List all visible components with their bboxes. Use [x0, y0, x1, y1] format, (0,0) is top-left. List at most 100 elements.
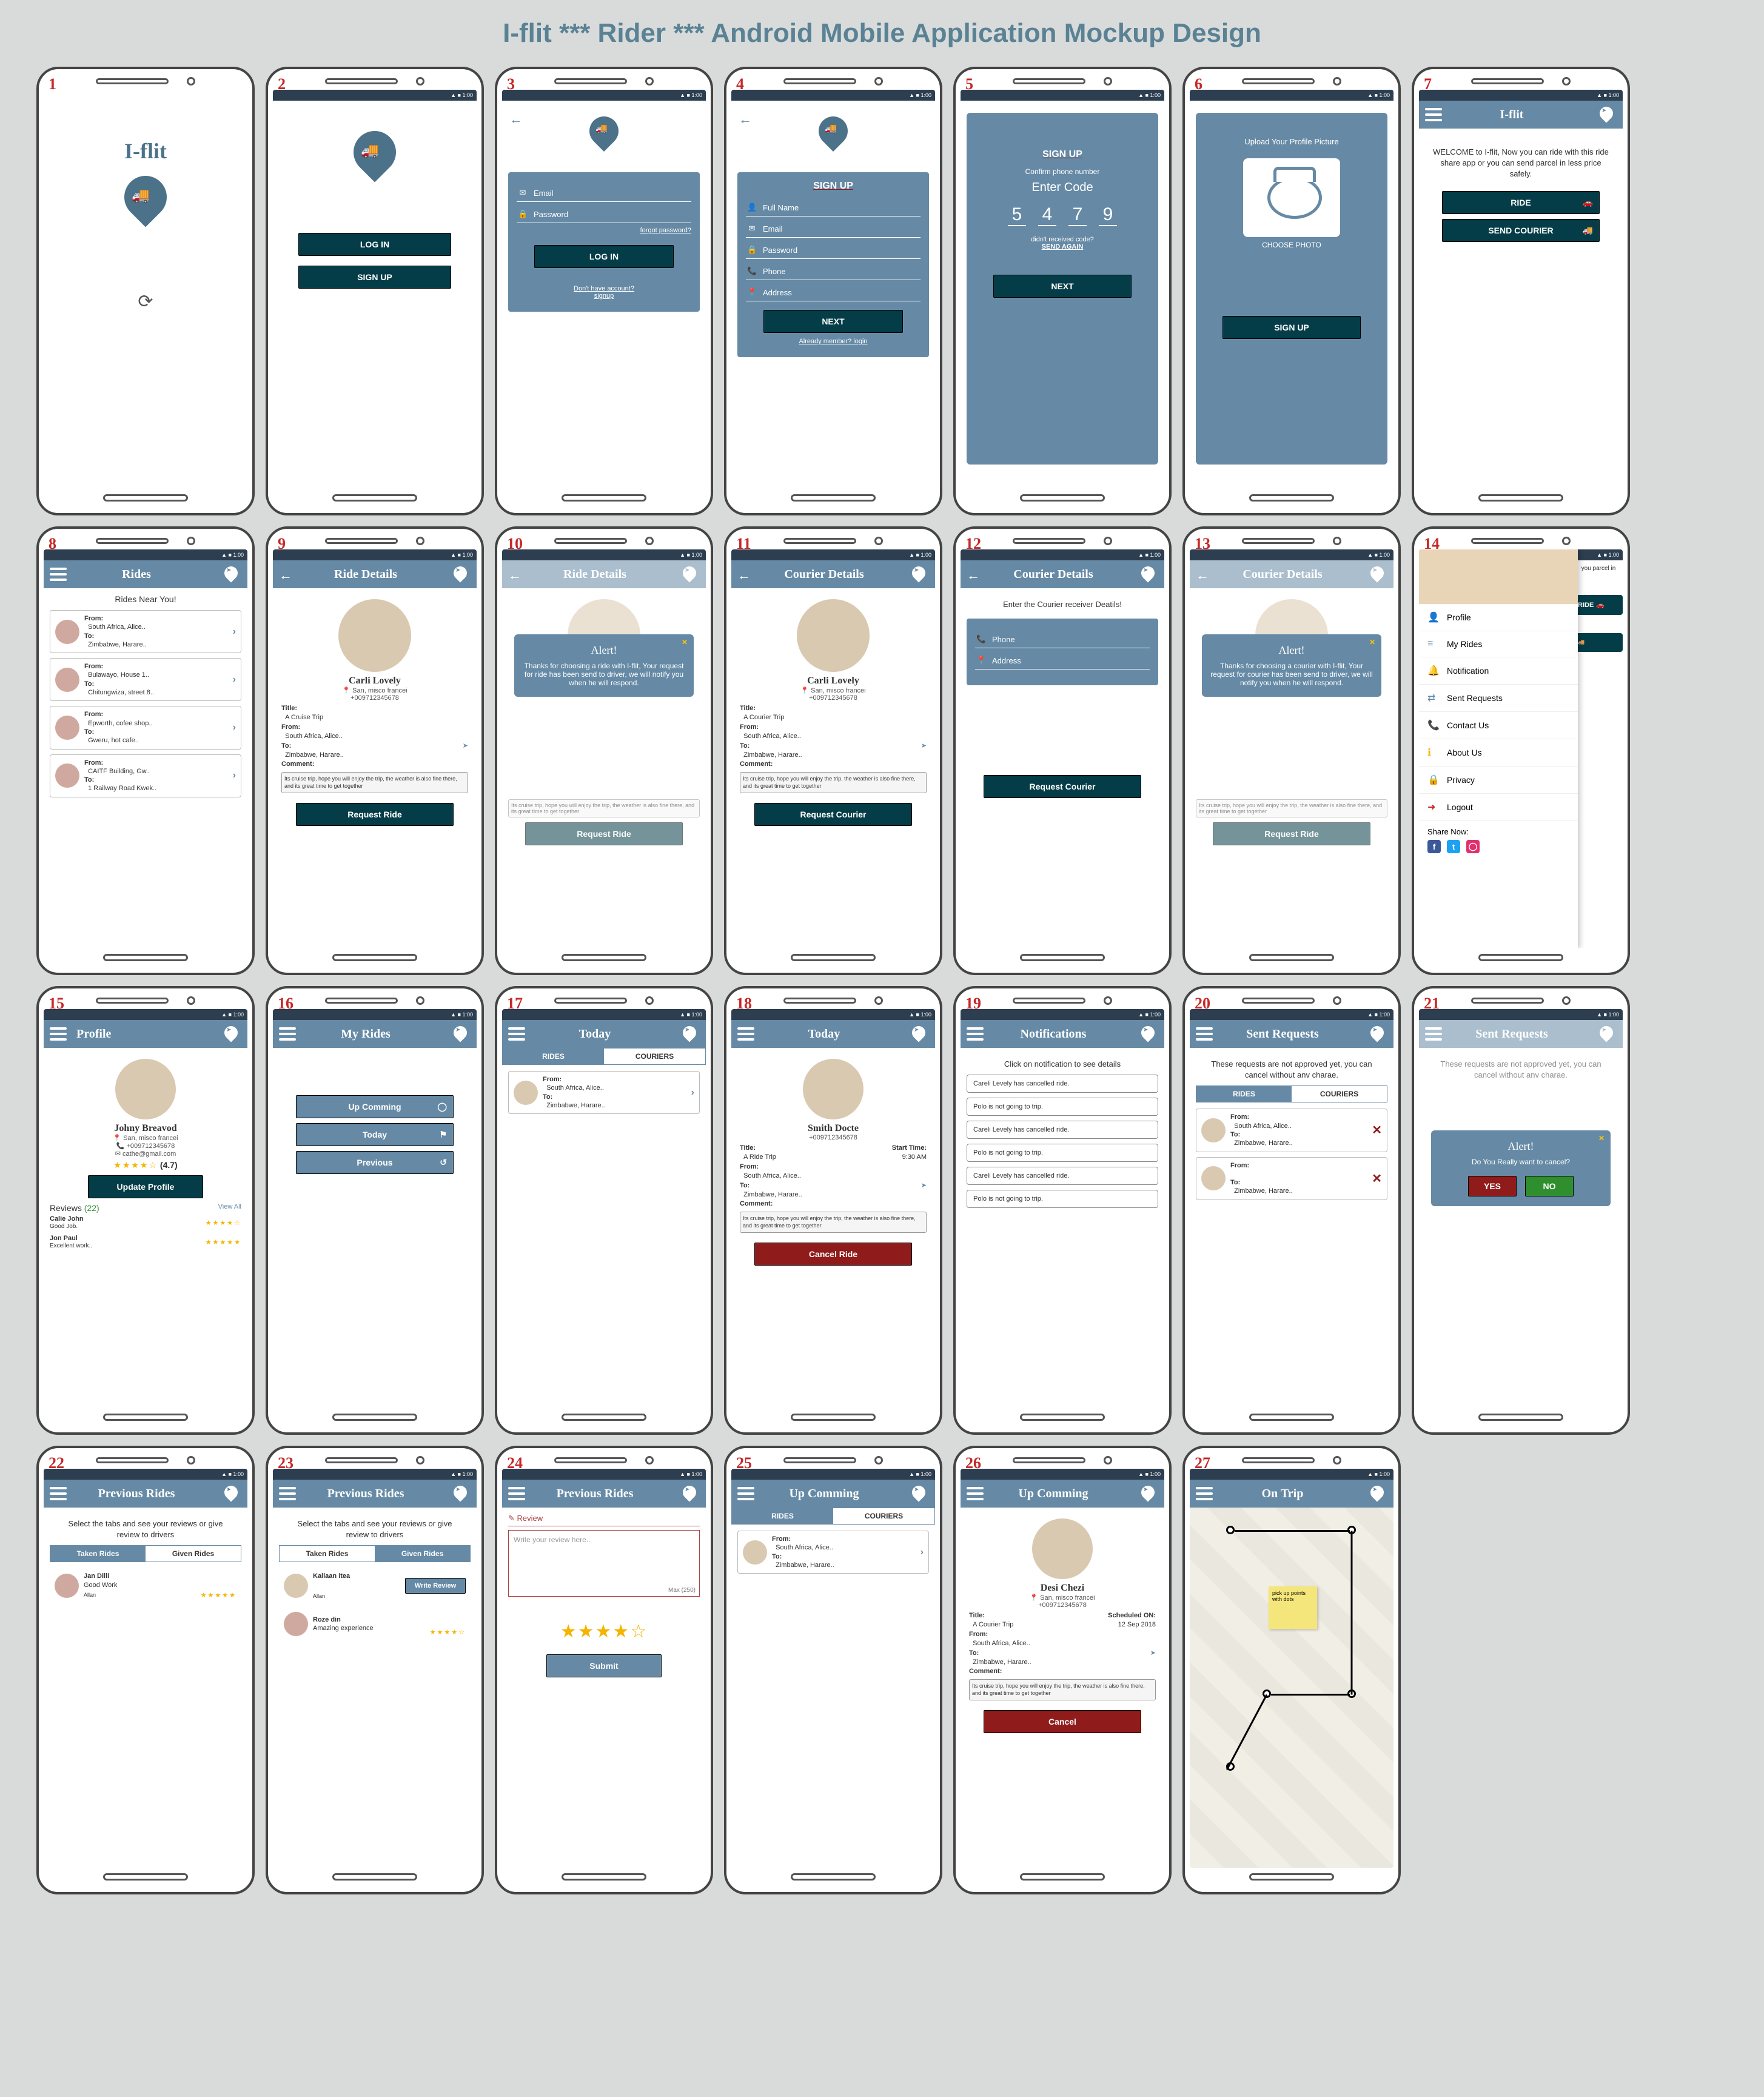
tab-rides[interactable]: RIDES — [503, 1048, 604, 1064]
notification-item[interactable]: Careli Levely has cancelled ride. — [967, 1167, 1158, 1185]
notification-item[interactable]: Careli Levely has cancelled ride. — [967, 1121, 1158, 1139]
star-rating-input[interactable]: ★★★★☆ — [560, 1622, 648, 1642]
write-review-button[interactable]: Write Review — [405, 1578, 466, 1594]
back-icon[interactable]: ← — [739, 112, 752, 127]
camera-icon[interactable] — [1243, 158, 1340, 237]
request-ride-button[interactable]: Request Ride — [1213, 822, 1370, 845]
tab-taken-rides[interactable]: Taken Rides — [280, 1546, 375, 1562]
upcoming-button[interactable]: Up Comming◯ — [296, 1095, 454, 1118]
no-button[interactable]: NO — [1525, 1176, 1574, 1196]
login-button[interactable]: LOG IN — [298, 233, 452, 256]
email-field[interactable]: ✉Email — [517, 184, 691, 202]
ride-list-item[interactable]: From: Epworth, cofee shop..To: Gweru, ho… — [50, 706, 241, 749]
tab-couriers[interactable]: COURIERS — [1292, 1086, 1387, 1102]
notification-item[interactable]: Polo is not going to trip. — [967, 1190, 1158, 1208]
address-field[interactable]: 📍Address — [975, 652, 1150, 669]
instagram-icon[interactable]: ◯ — [1466, 840, 1480, 853]
notification-item[interactable]: Polo is not going to trip. — [967, 1098, 1158, 1116]
next-button[interactable]: NEXT — [763, 310, 903, 333]
address-field[interactable]: 📍Address — [746, 284, 921, 301]
phone-field[interactable]: 📞Phone — [975, 631, 1150, 648]
close-icon[interactable]: ✕ — [682, 638, 688, 646]
today-button[interactable]: Today⚑ — [296, 1123, 454, 1146]
drawer-item-profile[interactable]: 👤Profile — [1419, 604, 1578, 631]
code-input[interactable]: 5479 — [976, 204, 1149, 226]
compass-icon: ◯ — [437, 1102, 447, 1112]
tab-given-rides[interactable]: Given Rides — [146, 1546, 241, 1562]
signup-link[interactable]: signup — [517, 292, 691, 300]
yes-button[interactable]: YES — [1468, 1176, 1517, 1196]
update-profile-button[interactable]: Update Profile — [88, 1175, 203, 1198]
send-courier-button[interactable]: SEND COURIER🚚 — [1442, 219, 1600, 242]
tab-rides[interactable]: RIDES — [1196, 1086, 1292, 1102]
menu-icon[interactable] — [50, 1027, 67, 1041]
back-icon[interactable]: ← — [509, 112, 523, 127]
cancel-icon[interactable]: ✕ — [1372, 1171, 1382, 1186]
already-member-link[interactable]: Already member? login — [746, 338, 921, 345]
signup-button[interactable]: SIGN UP — [1222, 316, 1360, 339]
drawer-item-notification[interactable]: 🔔Notification — [1419, 657, 1578, 685]
navigate-icon[interactable]: ➤ — [921, 1181, 927, 1190]
ride-list-item[interactable]: From: South Africa, Alice..To: Zimbabwe,… — [508, 1071, 700, 1114]
close-icon[interactable]: ✕ — [1369, 638, 1375, 646]
verify-form: SIGN UP Confirm phone number Enter Code … — [967, 113, 1158, 465]
twitter-icon[interactable]: t — [1447, 840, 1460, 853]
drawer-item-logout[interactable]: ➜Logout — [1419, 794, 1578, 821]
screen-27: 27 On Trip pick up points with dots — [1182, 1446, 1401, 1894]
screen-20: 20 Sent Requests These requests are not … — [1182, 986, 1401, 1435]
ride-button[interactable]: RIDE🚗 — [1442, 191, 1600, 214]
brand-logo-text: I-flit — [124, 138, 167, 164]
close-icon[interactable]: ✕ — [1598, 1134, 1605, 1142]
drawer-item-contact-us[interactable]: 📞Contact Us — [1419, 712, 1578, 739]
cancel-icon[interactable]: ✕ — [1372, 1122, 1382, 1138]
choose-photo-label[interactable]: CHOOSE PHOTO — [1206, 241, 1378, 249]
view-all-link[interactable]: View All — [218, 1203, 241, 1210]
previous-button[interactable]: Previous↺ — [296, 1151, 454, 1174]
next-button[interactable]: NEXT — [993, 275, 1131, 298]
submit-button[interactable]: Submit — [546, 1654, 662, 1677]
header-title: Rides — [56, 568, 217, 582]
trip-map[interactable]: pick up points with dots — [1190, 1508, 1393, 1868]
navigate-icon[interactable]: ➤ — [921, 742, 927, 751]
request-ride-button[interactable]: Request Ride — [525, 822, 683, 845]
drawer-item-privacy[interactable]: 🔒Privacy — [1419, 767, 1578, 794]
navigate-icon[interactable]: ➤ — [463, 742, 468, 751]
phone-field[interactable]: 📞Phone — [746, 263, 921, 280]
forgot-password-link[interactable]: forgot password? — [517, 227, 691, 234]
review-textarea[interactable]: Write your review here.. Max (250) — [508, 1530, 700, 1597]
ride-list-item[interactable]: From: South Africa, Alice..To: Zimbabwe,… — [50, 610, 241, 653]
password-field[interactable]: 🔒Password — [517, 206, 691, 223]
notification-item[interactable]: Careli Levely has cancelled ride. — [967, 1075, 1158, 1093]
email-field[interactable]: ✉Email — [746, 220, 921, 238]
login-button[interactable]: LOG IN — [534, 245, 674, 268]
alert-dialog: ✕ Alert! Thanks for choosing a courier w… — [1202, 634, 1381, 697]
brand-logo-icon — [1598, 106, 1617, 124]
facebook-icon[interactable]: f — [1427, 840, 1441, 853]
ride-button[interactable]: RIDE 🚗 — [1574, 595, 1623, 615]
tab-taken-rides[interactable]: Taken Rides — [50, 1546, 146, 1562]
request-courier-button[interactable]: Request Courier — [754, 803, 912, 826]
drawer-item-sent-requests[interactable]: ⇄Sent Requests — [1419, 685, 1578, 712]
header-title: Sent Requests — [1431, 1027, 1592, 1041]
tab-couriers[interactable]: COURIERS — [833, 1508, 934, 1524]
driver-name: Carli Lovely — [279, 676, 471, 686]
signup-button[interactable]: SIGN UP — [298, 266, 452, 289]
tab-couriers[interactable]: COURIERS — [604, 1048, 705, 1064]
request-courier-button[interactable]: Request Courier — [984, 775, 1141, 798]
tab-rides[interactable]: RIDES — [732, 1508, 833, 1524]
cancel-ride-button[interactable]: Cancel Ride — [754, 1243, 912, 1266]
fullname-field[interactable]: 👤Full Name — [746, 199, 921, 216]
ride-list-item[interactable]: From: South Africa, Alice..To: Zimbabwe,… — [737, 1531, 929, 1574]
password-field[interactable]: 🔒Password — [746, 241, 921, 259]
drawer-item-about-us[interactable]: ℹAbout Us — [1419, 739, 1578, 767]
tab-given-rides[interactable]: Given Rides — [375, 1546, 470, 1562]
ride-list-item[interactable]: From: CAITF Building, Gw..To: 1 Railway … — [50, 754, 241, 797]
notification-item[interactable]: Polo is not going to trip. — [967, 1144, 1158, 1162]
ride-list-item[interactable]: From: Bulawayo, House 1..To: Chitungwiza… — [50, 658, 241, 701]
send-again-link[interactable]: SEND AGAIN — [976, 243, 1149, 250]
request-ride-button[interactable]: Request Ride — [296, 803, 454, 826]
drawer-item-my-rides[interactable]: ≡My Rides — [1419, 631, 1578, 657]
navigate-icon[interactable]: ➤ — [1150, 1649, 1156, 1658]
send-courier-button[interactable]: 🚚 — [1574, 633, 1623, 652]
cancel-button[interactable]: Cancel — [984, 1710, 1141, 1733]
